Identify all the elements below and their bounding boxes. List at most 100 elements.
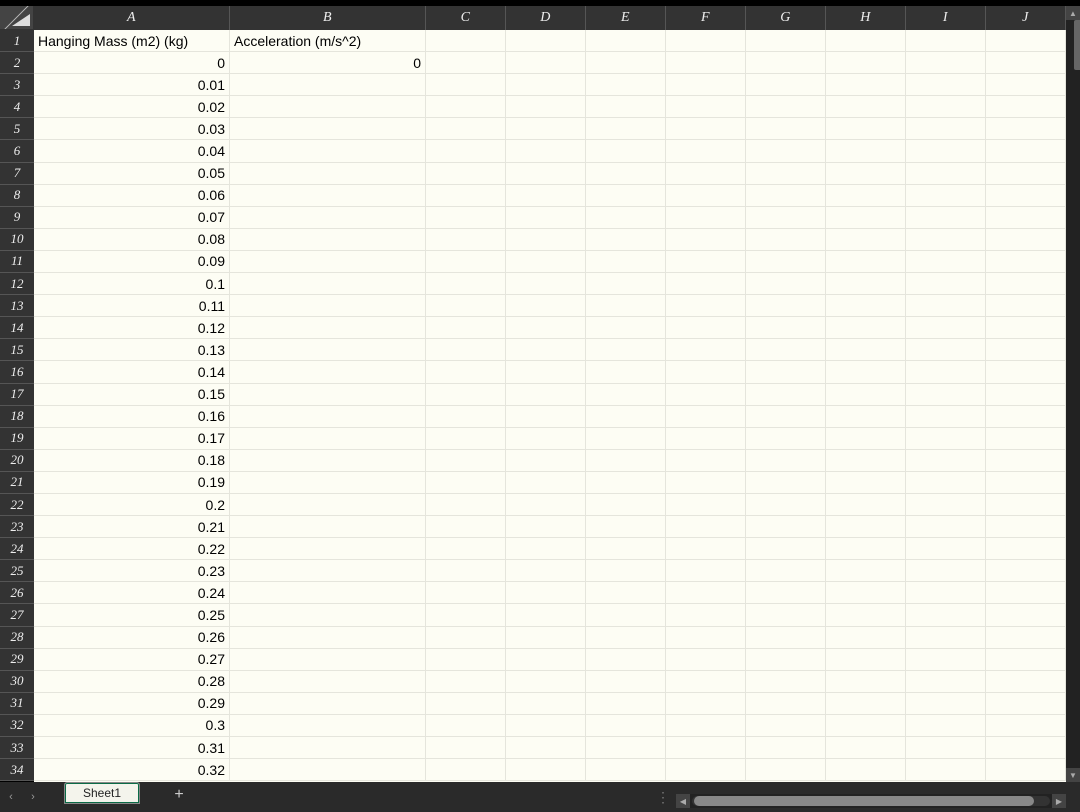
horizontal-scrollbar[interactable]: ◀ ▶ [676,794,1066,808]
row-header-21[interactable]: 21 [0,472,34,494]
cell-D6[interactable] [506,140,586,161]
cell-H20[interactable] [826,450,906,471]
cell-E22[interactable] [586,494,666,515]
cell-G22[interactable] [746,494,826,515]
cell-D11[interactable] [506,251,586,272]
cell-A8[interactable]: 0.06 [34,185,230,206]
cell-E13[interactable] [586,295,666,316]
row-header-24[interactable]: 24 [0,538,34,560]
cell-A26[interactable]: 0.24 [34,582,230,603]
row-header-11[interactable]: 11 [0,251,34,273]
cell-D14[interactable] [506,317,586,338]
cell-G2[interactable] [746,52,826,73]
cell-F13[interactable] [666,295,746,316]
cell-H15[interactable] [826,339,906,360]
row-header-26[interactable]: 26 [0,582,34,604]
cell-D17[interactable] [506,384,586,405]
cell-I23[interactable] [906,516,986,537]
cell-H32[interactable] [826,715,906,736]
cell-H23[interactable] [826,516,906,537]
cell-G5[interactable] [746,118,826,139]
cell-F17[interactable] [666,384,746,405]
cell-A2[interactable]: 0 [34,52,230,73]
cell-D28[interactable] [506,627,586,648]
cell-F16[interactable] [666,361,746,382]
cell-A30[interactable]: 0.28 [34,671,230,692]
row-header-27[interactable]: 27 [0,604,34,626]
cell-C27[interactable] [426,604,506,625]
cell-H8[interactable] [826,185,906,206]
cell-F18[interactable] [666,406,746,427]
cell-J21[interactable] [986,472,1066,493]
cell-G21[interactable] [746,472,826,493]
cell-F23[interactable] [666,516,746,537]
cell-G7[interactable] [746,163,826,184]
cell-I9[interactable] [906,207,986,228]
cell-B14[interactable] [230,317,426,338]
cell-G20[interactable] [746,450,826,471]
cell-I14[interactable] [906,317,986,338]
cell-F1[interactable] [666,30,746,51]
cell-H25[interactable] [826,560,906,581]
cell-C5[interactable] [426,118,506,139]
cell-A11[interactable]: 0.09 [34,251,230,272]
cell-A12[interactable]: 0.1 [34,273,230,294]
cell-J33[interactable] [986,737,1066,758]
cell-E32[interactable] [586,715,666,736]
cell-I20[interactable] [906,450,986,471]
cell-B11[interactable] [230,251,426,272]
cell-D15[interactable] [506,339,586,360]
cell-I6[interactable] [906,140,986,161]
cell-B18[interactable] [230,406,426,427]
cell-I8[interactable] [906,185,986,206]
cell-G33[interactable] [746,737,826,758]
cell-E5[interactable] [586,118,666,139]
cell-H11[interactable] [826,251,906,272]
cell-C14[interactable] [426,317,506,338]
row-header-6[interactable]: 6 [0,140,34,162]
cell-B19[interactable] [230,428,426,449]
cell-E2[interactable] [586,52,666,73]
cell-G11[interactable] [746,251,826,272]
cell-D21[interactable] [506,472,586,493]
row-header-1[interactable]: 1 [0,30,34,52]
select-all-corner[interactable] [0,6,34,30]
sheet-tab-1[interactable]: Sheet1 [64,782,140,804]
row-header-23[interactable]: 23 [0,516,34,538]
cell-F32[interactable] [666,715,746,736]
cell-D5[interactable] [506,118,586,139]
cell-F33[interactable] [666,737,746,758]
cell-E17[interactable] [586,384,666,405]
cell-E23[interactable] [586,516,666,537]
cell-F24[interactable] [666,538,746,559]
cell-E4[interactable] [586,96,666,117]
cell-E28[interactable] [586,627,666,648]
cell-I11[interactable] [906,251,986,272]
cell-D29[interactable] [506,649,586,670]
cell-B31[interactable] [230,693,426,714]
cell-A1[interactable]: Hanging Mass (m2) (kg) [34,30,230,51]
cell-D10[interactable] [506,229,586,250]
cell-B15[interactable] [230,339,426,360]
cell-F31[interactable] [666,693,746,714]
cell-H33[interactable] [826,737,906,758]
cell-E33[interactable] [586,737,666,758]
vscroll-thumb[interactable] [1074,20,1080,70]
cell-J18[interactable] [986,406,1066,427]
cell-D33[interactable] [506,737,586,758]
cell-B26[interactable] [230,582,426,603]
cell-D4[interactable] [506,96,586,117]
cell-I24[interactable] [906,538,986,559]
cell-G13[interactable] [746,295,826,316]
cell-A27[interactable]: 0.25 [34,604,230,625]
cell-J29[interactable] [986,649,1066,670]
cell-C1[interactable] [426,30,506,51]
cell-F22[interactable] [666,494,746,515]
cell-J31[interactable] [986,693,1066,714]
row-header-5[interactable]: 5 [0,118,34,140]
cell-I3[interactable] [906,74,986,95]
cell-F21[interactable] [666,472,746,493]
cell-I34[interactable] [906,759,986,780]
cell-A19[interactable]: 0.17 [34,428,230,449]
row-header-12[interactable]: 12 [0,273,34,295]
